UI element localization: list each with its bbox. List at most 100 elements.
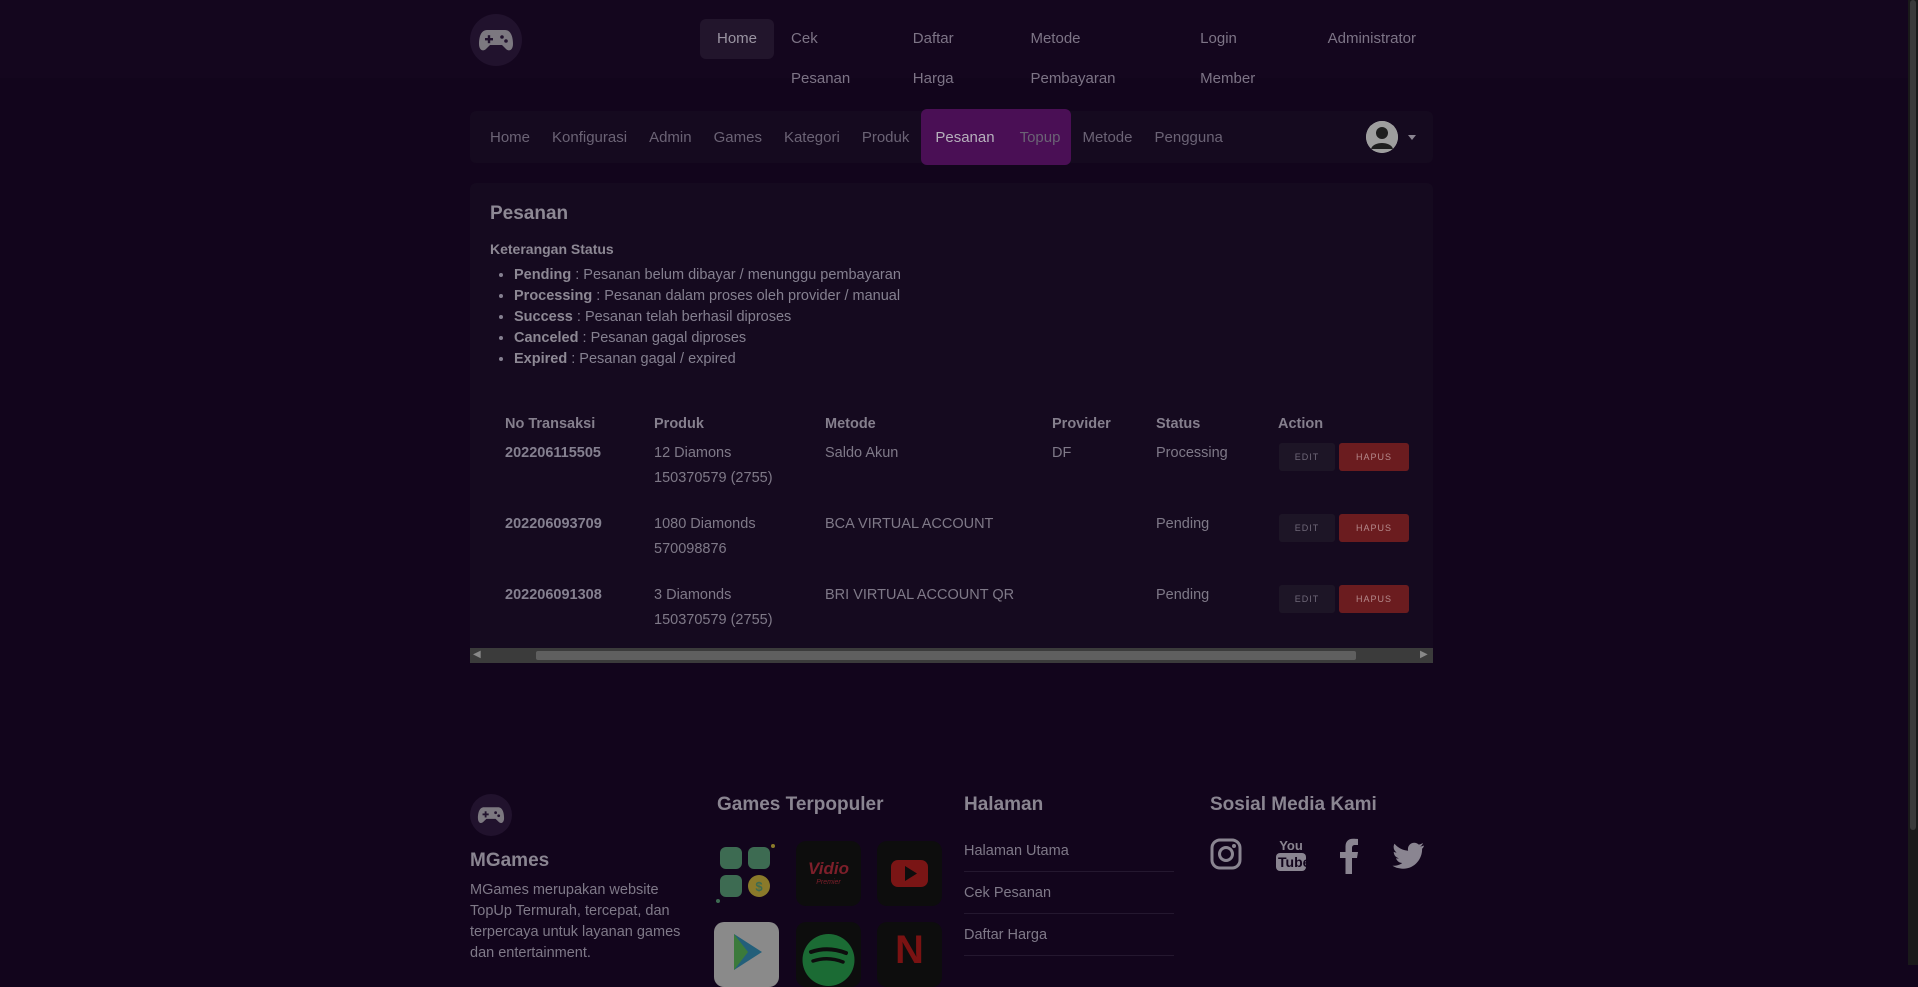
twitter-icon[interactable]: [1391, 842, 1425, 875]
cell-produk: 3 Diamonds: [654, 587, 732, 603]
netflix-app-tile[interactable]: N: [877, 922, 942, 987]
spotify-icon: [802, 934, 855, 986]
footer-description: MGames merupakan website TopUp Termurah,…: [470, 882, 681, 961]
scroll-thumb[interactable]: [536, 651, 1356, 660]
scroll-right-icon[interactable]: ▶: [1420, 649, 1428, 660]
topnav-administrator[interactable]: Administrator: [1311, 19, 1433, 59]
games-section-title: Games Terpopuler: [717, 794, 884, 815]
cell-provider: DF: [1052, 445, 1072, 461]
orders-table: No Transaksi Produk Metode Provider Stat…: [470, 388, 1433, 648]
play-app-tile[interactable]: [714, 922, 779, 987]
gamepad-icon: [477, 807, 505, 823]
status-legend-item: Processing : Pesanan dalam proses oleh p…: [514, 286, 901, 307]
hapus-button[interactable]: HAPUS: [1339, 443, 1409, 471]
top-nav: Home Cek Pesanan Daftar Harga Metode Pem…: [700, 19, 1433, 87]
vidio-logo-text: Vidio: [808, 859, 849, 878]
coins-app-icon: $: [716, 844, 775, 903]
vidio-app-tile[interactable]: Vidio Premier: [796, 841, 861, 906]
admin-nav-pesanan[interactable]: Pesanan: [920, 129, 1008, 146]
status-legend-item: Expired : Pesanan gagal / expired: [514, 349, 901, 370]
status-legend-title: Keterangan Status: [490, 241, 614, 257]
column-header-status: Status: [1156, 416, 1201, 432]
divider: [964, 913, 1174, 914]
user-avatar[interactable]: [1366, 121, 1398, 153]
cell-produk: 1080 Diamonds: [654, 516, 756, 532]
admin-nav-admin[interactable]: Admin: [638, 129, 703, 146]
status-legend-item: Pending : Pesanan belum dibayar / menung…: [514, 265, 901, 286]
cell-status: Pending: [1156, 587, 1210, 603]
admin-nav-kategori[interactable]: Kategori: [773, 129, 851, 146]
admin-nav-games[interactable]: Games: [703, 129, 773, 146]
chevron-down-icon[interactable]: [1408, 135, 1416, 140]
admin-nav: Home Konfigurasi Admin Games Kategori Pr…: [470, 109, 1433, 165]
edit-button[interactable]: EDIT: [1279, 514, 1335, 542]
pages-section-title: Halaman: [964, 794, 1044, 815]
admin-nav-pengguna[interactable]: Pengguna: [1144, 129, 1234, 146]
topnav-daftar-harga[interactable]: Daftar Harga: [896, 19, 1014, 87]
cell-status: Processing: [1156, 445, 1228, 461]
footer-logo[interactable]: [470, 794, 512, 836]
instagram-icon[interactable]: [1210, 838, 1242, 875]
topnav-home[interactable]: Home: [700, 19, 775, 59]
status-legend: Pending : Pesanan belum dibayar / menung…: [490, 265, 901, 370]
cell-target: 570098876: [654, 541, 727, 557]
cell-metode: BCA VIRTUAL ACCOUNT: [825, 516, 994, 532]
topnav-cek-pesanan[interactable]: Cek Pesanan: [774, 19, 896, 87]
column-header-no-transaksi: No Transaksi: [505, 416, 596, 432]
cell-produk: 12 Diamons: [654, 445, 732, 461]
cell-metode: BRI VIRTUAL ACCOUNT QR: [825, 587, 1015, 603]
youtube-label-top: You: [1279, 838, 1303, 853]
facebook-icon[interactable]: [1338, 838, 1360, 879]
divider: [964, 955, 1174, 956]
status-legend-item: Canceled : Pesanan gagal diproses: [514, 328, 901, 349]
admin-nav-home[interactable]: Home: [479, 129, 541, 146]
cell-metode: Saldo Akun: [825, 445, 899, 461]
cell-status: Pending: [1156, 516, 1210, 532]
cell-target: 150370579 (2755): [654, 470, 773, 486]
vidio-sub-text: Premier: [816, 879, 841, 886]
youtube-label-bottom: Tube: [1276, 853, 1311, 871]
table-horizontal-scrollbar[interactable]: ◀ ▶: [470, 648, 1433, 663]
page-vertical-scrollbar[interactable]: [1908, 0, 1918, 965]
admin-nav-produk[interactable]: Produk: [851, 129, 921, 146]
admin-nav-metode[interactable]: Metode: [1071, 129, 1143, 146]
youtube-icon[interactable]: You Tube: [1276, 838, 1311, 871]
footer-link-halaman-utama[interactable]: Halaman Utama: [964, 843, 1069, 859]
youtube-play-icon: [891, 860, 928, 887]
hapus-button[interactable]: HAPUS: [1339, 585, 1409, 613]
status-legend-item: Success : Pesanan telah berhasil diprose…: [514, 307, 901, 328]
play-icon: [734, 934, 762, 970]
footer-link-cek-pesanan[interactable]: Cek Pesanan: [964, 885, 1051, 901]
column-header-produk: Produk: [654, 416, 704, 432]
social-section-title: Sosial Media Kami: [1210, 794, 1377, 815]
orders-card: Pesanan Keterangan Status Pending : Pesa…: [470, 183, 1433, 663]
cell-target: 150370579 (2755): [654, 612, 773, 628]
cell-no-transaksi: 202206093709: [505, 516, 602, 532]
youtube-app-tile[interactable]: [877, 841, 942, 906]
spotify-app-tile[interactable]: [796, 922, 861, 987]
admin-nav-topup[interactable]: Topup: [1009, 129, 1072, 146]
coins-app-tile[interactable]: $: [714, 841, 779, 906]
edit-button[interactable]: EDIT: [1279, 443, 1335, 471]
admin-nav-konfigurasi[interactable]: Konfigurasi: [541, 129, 638, 146]
footer-brand: MGames: [470, 850, 550, 871]
svg-text:$: $: [755, 879, 763, 894]
edit-button[interactable]: EDIT: [1279, 585, 1335, 613]
column-header-action: Action: [1278, 416, 1324, 432]
page-title: Pesanan: [490, 203, 569, 224]
topnav-login-member[interactable]: Login Member: [1183, 19, 1310, 87]
netflix-logo-text: N: [895, 928, 924, 972]
column-header-provider: Provider: [1052, 416, 1111, 432]
topnav-metode-pembayaran[interactable]: Metode Pembayaran: [1013, 19, 1183, 87]
divider: [964, 871, 1174, 872]
column-header-metode: Metode: [825, 416, 876, 432]
hapus-button[interactable]: HAPUS: [1339, 514, 1409, 542]
cell-no-transaksi: 202206115505: [505, 445, 601, 461]
scroll-thumb[interactable]: [1910, 0, 1916, 830]
scroll-left-icon[interactable]: ◀: [473, 649, 481, 660]
site-logo[interactable]: [470, 14, 522, 66]
cell-no-transaksi: 202206091308: [505, 587, 602, 603]
footer-link-daftar-harga[interactable]: Daftar Harga: [964, 927, 1047, 943]
top-header: Home Cek Pesanan Daftar Harga Metode Pem…: [0, 0, 1908, 87]
user-icon: [1366, 121, 1398, 153]
